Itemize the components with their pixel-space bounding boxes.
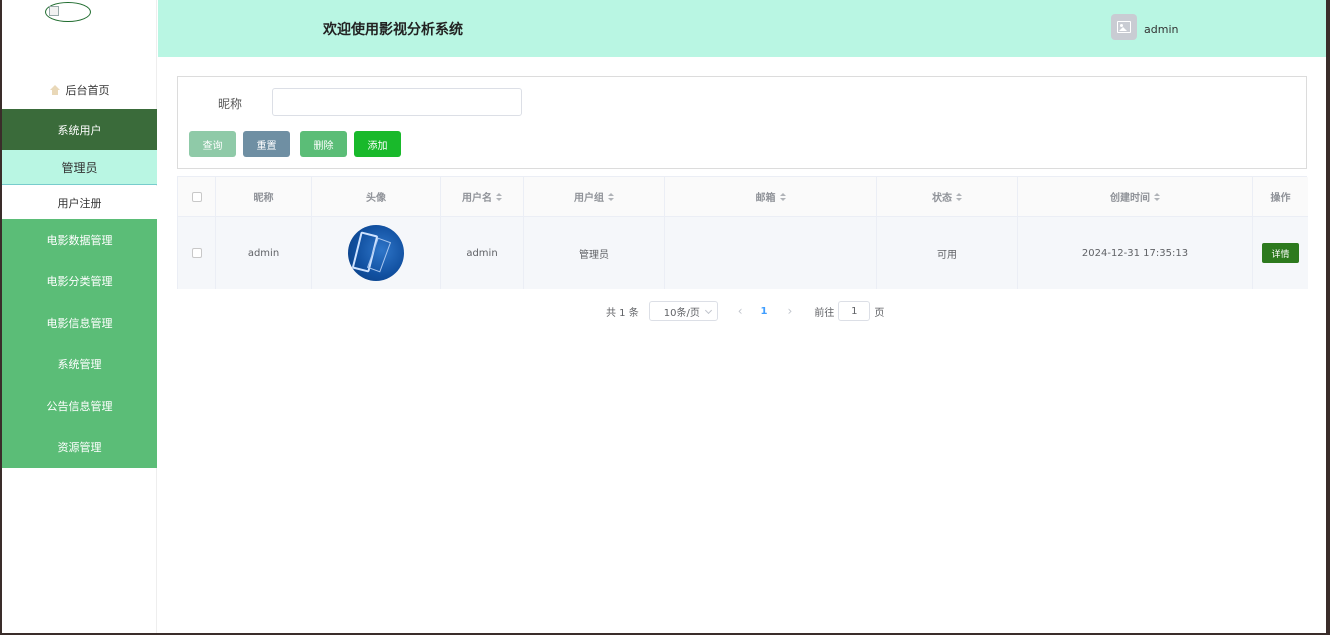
sidebar-item-label: 公告信息管理: [46, 399, 113, 413]
sidebar-item-home[interactable]: 后台首页: [2, 72, 157, 108]
cell-status: 可用: [877, 217, 1018, 289]
select-all-checkbox[interactable]: [191, 191, 202, 202]
avatar[interactable]: [1111, 14, 1137, 40]
table-row[interactable]: admin admin 管理员 可用 2024-12-31 17:35:13 详…: [178, 217, 1308, 289]
next-page-button[interactable]: ›: [788, 304, 793, 318]
sidebar-item-user-register[interactable]: 用户注册: [2, 186, 157, 219]
row-select-cell: [178, 217, 216, 289]
sidebar-item-label: 系统管理: [57, 358, 102, 372]
pagination-total: 共 1 条: [606, 307, 639, 319]
prev-page-button[interactable]: ‹: [738, 304, 743, 318]
add-button[interactable]: 添加: [354, 131, 401, 157]
nickname-search-input[interactable]: [272, 88, 522, 116]
sidebar-item-label: 系统用户: [57, 123, 102, 137]
logo-image: [45, 2, 91, 22]
top-header: 欢迎使用影视分析系统 admin: [158, 0, 1326, 57]
column-header-nickname: 昵称: [216, 177, 312, 216]
broken-image-icon: [49, 6, 59, 16]
sort-icon[interactable]: [956, 192, 962, 201]
query-button[interactable]: 查询: [189, 131, 236, 157]
sidebar-item-resource[interactable]: 资源管理: [2, 427, 157, 469]
page-suffix-label: 页: [874, 307, 885, 319]
home-icon: [49, 85, 60, 95]
column-header-group[interactable]: 用户组: [524, 177, 665, 216]
sidebar-item-label: 电影分类管理: [46, 275, 113, 289]
image-placeholder-icon: [1117, 21, 1131, 33]
cell-actions: 详情: [1253, 217, 1308, 289]
page-size-select[interactable]: 10条/页: [648, 301, 718, 321]
sidebar-item-notice[interactable]: 公告信息管理: [2, 385, 157, 427]
sort-icon[interactable]: [608, 192, 614, 201]
cell-created: 2024-12-31 17:35:13: [1018, 217, 1253, 289]
user-avatar-image: [348, 225, 404, 281]
column-header-actions: 操作: [1270, 193, 1291, 204]
cell-email: [665, 217, 877, 289]
app-window: 后台首页 系统用户 管理员 用户注册 电影数据管理 电影分类管理 电影信息管理 …: [2, 0, 1326, 633]
sidebar-item-label: 管理员: [61, 160, 98, 175]
detail-button[interactable]: 详情: [1262, 243, 1299, 263]
sidebar-item-movie-data[interactable]: 电影数据管理: [2, 219, 157, 261]
cell-group: 管理员: [524, 217, 665, 289]
delete-button[interactable]: 删除: [300, 131, 347, 157]
sidebar-menu-group: 电影数据管理 电影分类管理 电影信息管理 系统管理 公告信息管理 资源管理: [2, 219, 157, 468]
sidebar-item-label: 用户注册: [57, 196, 102, 210]
username-label[interactable]: admin: [1144, 23, 1178, 36]
page-number-current[interactable]: 1: [761, 306, 768, 317]
column-header-email[interactable]: 邮箱: [665, 177, 877, 216]
sidebar-item-label: 电影数据管理: [46, 233, 113, 247]
column-header-username[interactable]: 用户名: [441, 177, 524, 216]
column-header-created[interactable]: 创建时间: [1018, 177, 1253, 216]
select-all-cell: [178, 177, 216, 216]
sidebar: 后台首页 系统用户 管理员 用户注册 电影数据管理 电影分类管理 电影信息管理 …: [2, 0, 157, 633]
goto-label: 前往: [814, 307, 835, 319]
cell-nickname: admin: [216, 217, 312, 289]
goto-page-input[interactable]: 1: [838, 301, 871, 321]
table-header: 昵称 头像 用户名 用户组 邮箱 状态 创建时间 操作: [178, 177, 1308, 217]
sidebar-item-label: 后台首页: [65, 84, 110, 97]
sidebar-item-label: 资源管理: [57, 441, 102, 455]
sidebar-item-movie-category[interactable]: 电影分类管理: [2, 261, 157, 303]
column-header-status[interactable]: 状态: [877, 177, 1018, 216]
sidebar-item-admin[interactable]: 管理员: [2, 150, 157, 185]
users-table: 昵称 头像 用户名 用户组 邮箱 状态 创建时间 操作 admin admin …: [177, 176, 1308, 289]
nickname-label: 昵称: [218, 97, 243, 111]
pagination: 共 1 条 10条/页 ‹ 1 › 前往 1 页: [606, 301, 884, 321]
sidebar-item-movie-info[interactable]: 电影信息管理: [2, 302, 157, 344]
sidebar-group-system-users[interactable]: 系统用户: [2, 109, 157, 150]
row-checkbox[interactable]: [191, 248, 202, 258]
sidebar-item-system[interactable]: 系统管理: [2, 344, 157, 386]
cell-username: admin: [441, 217, 524, 289]
cell-avatar: [312, 217, 441, 289]
page-title: 欢迎使用影视分析系统: [323, 22, 463, 38]
sort-icon[interactable]: [1154, 192, 1160, 201]
column-header-avatar: 头像: [312, 177, 441, 216]
chevron-down-icon: [704, 306, 712, 315]
sidebar-item-label: 电影信息管理: [46, 316, 113, 330]
reset-button[interactable]: 重置: [243, 131, 290, 157]
sort-icon[interactable]: [779, 192, 786, 201]
sort-icon[interactable]: [496, 192, 502, 201]
search-panel: 昵称 查询 重置 删除 添加: [177, 76, 1307, 169]
